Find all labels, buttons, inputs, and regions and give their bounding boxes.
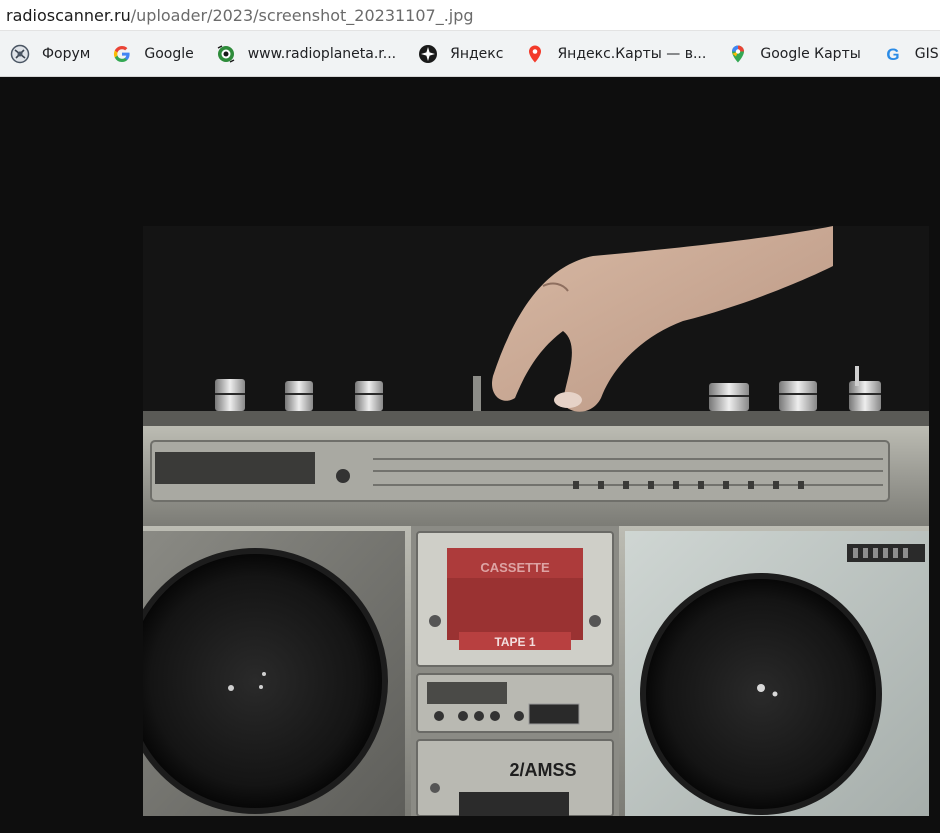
google-g-icon xyxy=(112,44,132,64)
bookmark-forum[interactable]: Форум xyxy=(0,39,98,69)
address-bar[interactable]: radioscanner.ru/uploader/2023/screenshot… xyxy=(0,0,940,31)
model-text: 2/AMSS xyxy=(509,760,576,780)
svg-text:CASSETTE: CASSETTE xyxy=(480,560,550,575)
url-domain: radioscanner.ru xyxy=(6,5,131,25)
bookmark-yandex-maps[interactable]: Яндекс.Карты — в... xyxy=(515,39,714,69)
bookmark-radioplaneta[interactable]: www.radioplaneta.r... xyxy=(206,39,404,69)
radioplaneta-favicon-icon xyxy=(216,44,236,64)
bookmark-label: Google xyxy=(144,45,194,62)
google-maps-pin-icon xyxy=(728,44,748,64)
gismeteo-g-icon: G xyxy=(883,44,903,64)
bookmark-google[interactable]: Google xyxy=(102,39,201,69)
yandex-compass-icon xyxy=(418,44,438,64)
bookmark-yandex[interactable]: Яндекс xyxy=(408,39,511,69)
forum-favicon-icon xyxy=(10,44,30,64)
tape-label: TAPE 1 xyxy=(494,635,535,649)
bookmarks-bar: Форум Google www.radioplaneta.r... Яндек… xyxy=(0,31,940,77)
bookmark-label: www.radioplaneta.r... xyxy=(247,45,397,62)
image-viewer-area: CASSETTE TAPE 1 2/AMSS xyxy=(0,77,940,833)
yandex-maps-pin-icon xyxy=(525,44,545,64)
url-path: /uploader/2023/screenshot_20231107_.jpg xyxy=(130,5,474,25)
bookmark-label: Форум xyxy=(42,45,91,62)
bookmark-gismeteo[interactable]: G GISMETEO: п xyxy=(873,39,940,69)
boombox-cassette-player-photo[interactable]: CASSETTE TAPE 1 2/AMSS xyxy=(143,226,929,816)
svg-text:G: G xyxy=(886,45,899,64)
bookmark-label: Google Карты xyxy=(760,45,861,62)
bookmark-google-maps[interactable]: Google Карты xyxy=(718,39,868,69)
bookmark-label: Яндекс xyxy=(450,45,504,62)
bookmark-label: Яндекс.Карты — в... xyxy=(557,45,707,62)
bookmark-label: GISMETEO: п xyxy=(914,45,940,62)
